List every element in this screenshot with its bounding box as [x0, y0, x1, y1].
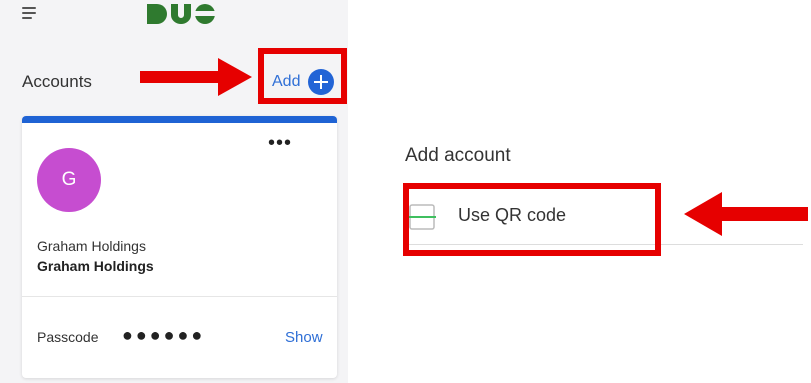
hamburger-menu-icon[interactable] [22, 6, 38, 20]
qr-option-highlight [403, 183, 661, 256]
add-button-highlight [258, 48, 347, 104]
account-organization: Graham Holdings [37, 258, 154, 274]
duo-logo [147, 4, 215, 29]
arrow-right-icon [140, 58, 252, 96]
passcode-mask: ●●●●●● [122, 325, 206, 345]
account-name: Graham Holdings [37, 238, 146, 254]
accounts-title: Accounts [22, 72, 92, 91]
show-passcode-button[interactable]: Show [285, 329, 323, 346]
avatar: G [37, 148, 101, 212]
more-options-icon[interactable]: ••• [268, 133, 292, 153]
add-account-title: Add account [405, 145, 511, 166]
card-accent-bar [22, 116, 337, 123]
avatar-letter: G [61, 169, 77, 190]
arrow-left-icon [684, 192, 808, 236]
card-divider [22, 296, 337, 297]
passcode-label: Passcode [37, 329, 99, 345]
